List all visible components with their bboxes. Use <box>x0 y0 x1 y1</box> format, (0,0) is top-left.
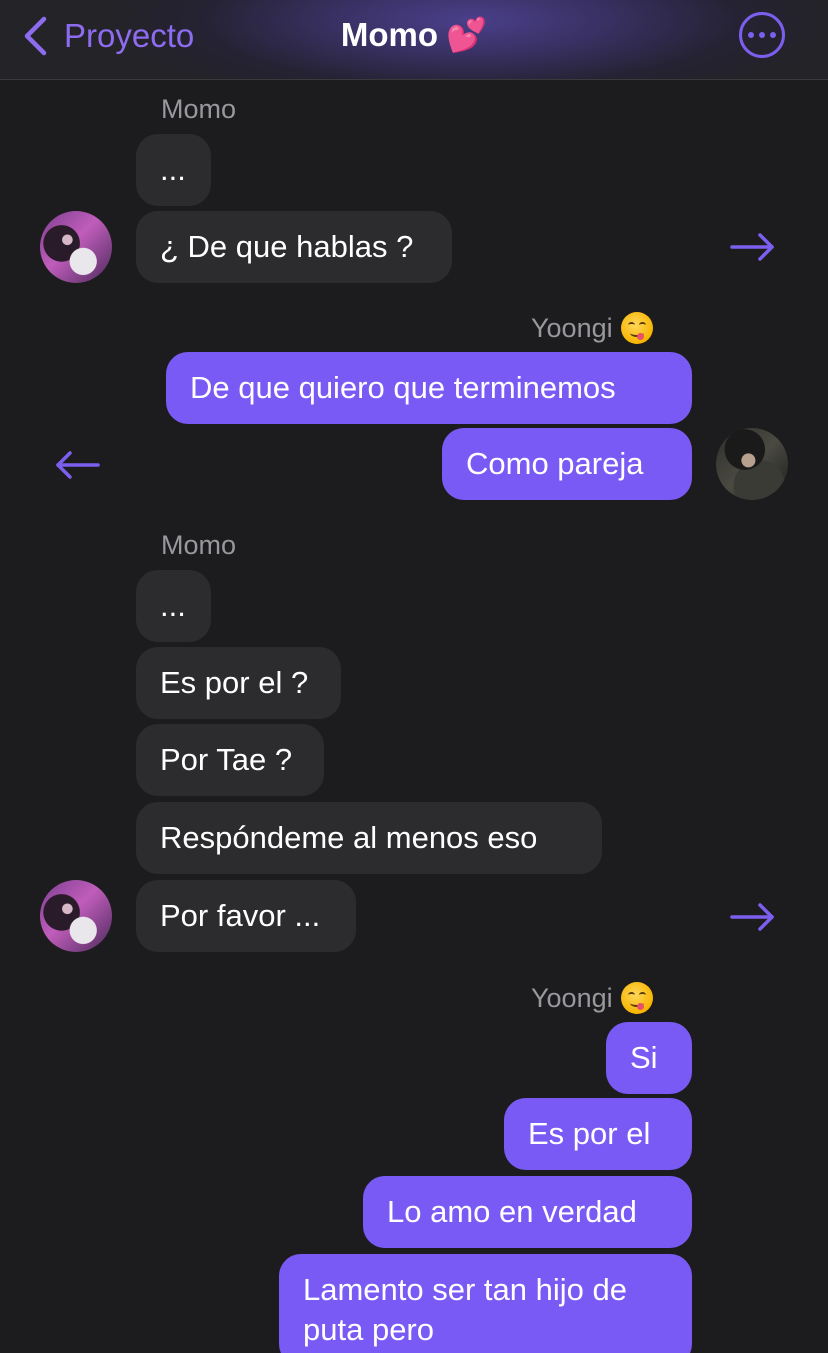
more-icon-dot <box>759 32 765 38</box>
message-bubble-incoming[interactable]: ... <box>136 134 211 206</box>
sender-name-row: Yoongi <box>531 312 653 344</box>
message-bubble-incoming[interactable]: Por favor ... <box>136 880 356 952</box>
sender-name: Yoongi <box>531 313 613 343</box>
message-bubble-incoming[interactable]: ¿ De que hablas ? <box>136 211 452 283</box>
message-bubble-incoming[interactable]: Por Tae ? <box>136 724 324 796</box>
message-bubble-incoming[interactable]: ... <box>136 570 211 642</box>
navigation-header: Proyecto Momo 💕 <box>0 0 828 80</box>
message-bubble-outgoing[interactable]: Es por el <box>504 1098 692 1170</box>
arrow-right-icon[interactable] <box>730 232 776 262</box>
sender-name: Yoongi <box>531 983 613 1013</box>
more-options-button[interactable] <box>739 12 785 58</box>
chat-screen: Proyecto Momo 💕 Momo ... ¿ De que hablas … <box>0 0 828 1353</box>
yum-face-emoji-icon <box>620 312 653 344</box>
avatar-momo[interactable] <box>40 880 112 952</box>
sender-name: Momo <box>161 530 237 560</box>
message-bubble-outgoing[interactable]: Lo amo en verdad <box>363 1176 692 1248</box>
sender-name: Momo <box>161 94 237 124</box>
arrow-left-icon[interactable] <box>54 450 100 480</box>
chat-title-text: Momo <box>340 16 439 53</box>
message-bubble-outgoing[interactable]: Lamento ser tan hijo de puta pero <box>279 1254 692 1353</box>
message-bubble-outgoing[interactable]: Si <box>606 1022 692 1094</box>
chat-title[interactable]: Momo 💕 <box>0 16 828 55</box>
message-bubble-incoming[interactable]: Respóndeme al menos eso <box>136 802 602 874</box>
message-bubble-outgoing[interactable]: Como pareja <box>442 428 692 500</box>
message-bubble-outgoing[interactable]: De que quiero que terminemos <box>166 352 692 424</box>
avatar-yoongi[interactable] <box>716 428 788 500</box>
message-bubble-incoming[interactable]: Es por el ? <box>136 647 341 719</box>
yum-face-emoji-icon <box>620 982 653 1014</box>
arrow-right-icon[interactable] <box>730 902 776 932</box>
sender-name-row: Yoongi <box>531 982 653 1014</box>
more-icon-dot <box>748 32 754 38</box>
two-hearts-icon: 💕 <box>446 16 488 53</box>
more-icon-dot <box>770 32 776 38</box>
avatar-momo[interactable] <box>40 211 112 283</box>
